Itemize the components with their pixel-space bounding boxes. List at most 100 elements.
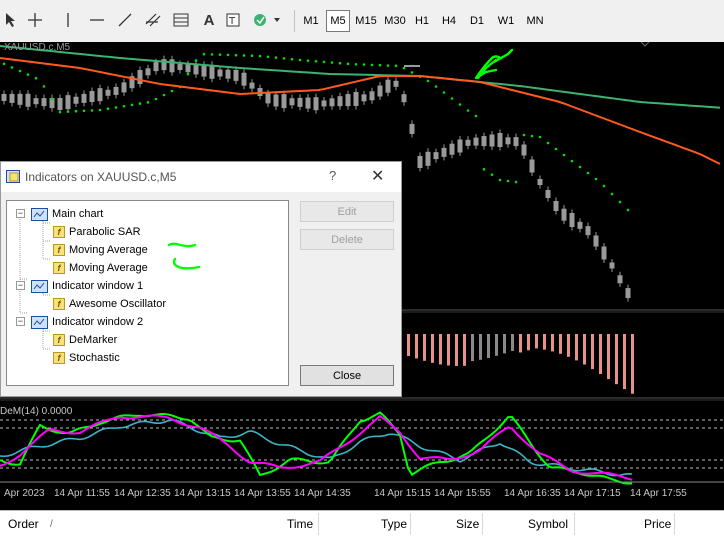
candle-body xyxy=(513,137,519,147)
tree-node-awesome-oscillator[interactable]: f Awesome Oscillator xyxy=(53,296,166,312)
timeframe-m1[interactable]: M1 xyxy=(299,10,323,32)
sort-indicator: / xyxy=(50,519,53,530)
edit-button[interactable]: Edit xyxy=(300,201,394,222)
text-icon[interactable]: A xyxy=(198,8,220,32)
tree-node-main-chart[interactable]: Main chart xyxy=(31,206,103,222)
time-label: 14 Apr 14:35 xyxy=(294,488,351,499)
tree-node-parabolic-sar[interactable]: f Parabolic SAR xyxy=(53,224,141,240)
collapse-indicator-window-2[interactable]: − xyxy=(16,317,25,326)
sar-dot xyxy=(602,184,606,188)
ao-bar xyxy=(607,334,610,380)
shapes-dropdown-icon[interactable] xyxy=(250,8,284,32)
tree-node-moving-average-2[interactable]: f Moving Average xyxy=(53,260,148,276)
column-separator[interactable] xyxy=(410,513,411,535)
label-icon[interactable]: T xyxy=(222,8,244,32)
candle-body xyxy=(569,213,575,227)
candle-body xyxy=(345,94,351,107)
channel-icon[interactable] xyxy=(142,8,164,32)
sar-dot xyxy=(386,64,390,67)
sar-dot xyxy=(458,103,462,106)
timeframe-h4[interactable]: H4 xyxy=(438,10,460,32)
ao-bar xyxy=(575,334,578,361)
candle-body xyxy=(193,64,199,75)
sar-dot xyxy=(410,71,414,74)
chart-shift-icon[interactable] xyxy=(640,42,650,47)
horizontal-line-icon[interactable] xyxy=(86,8,108,32)
help-button[interactable]: ? xyxy=(329,168,336,183)
timeframe-m15[interactable]: M15 xyxy=(352,10,380,32)
demarker-line xyxy=(0,411,633,485)
candle-body xyxy=(25,93,31,107)
tree-node-stochastic[interactable]: f Stochastic xyxy=(53,350,120,366)
candle-body xyxy=(153,62,159,72)
time-label: 14 Apr 13:15 xyxy=(174,488,231,499)
ao-bar xyxy=(471,334,474,362)
collapse-indicator-window-1[interactable]: − xyxy=(16,281,25,290)
tree-node-indicator-window-1[interactable]: Indicator window 1 xyxy=(31,278,143,294)
column-separator[interactable] xyxy=(318,513,319,535)
column-symbol[interactable]: Symbol xyxy=(528,517,568,531)
timeframe-h1[interactable]: H1 xyxy=(411,10,433,32)
column-order[interactable]: Order xyxy=(8,517,39,531)
collapse-main-chart[interactable]: − xyxy=(16,209,25,218)
timeframe-d1[interactable]: D1 xyxy=(466,10,488,32)
tree-node-moving-average-1[interactable]: f Moving Average xyxy=(53,242,148,258)
sar-dot xyxy=(586,171,590,175)
column-separator[interactable] xyxy=(482,513,483,535)
candle-body xyxy=(369,91,375,101)
indicator-function-icon: f xyxy=(53,298,65,310)
candle-body xyxy=(385,79,391,93)
annotation-scribbles xyxy=(167,242,201,270)
sar-dot xyxy=(570,159,574,163)
column-price[interactable]: Price xyxy=(644,517,671,531)
sar-dot xyxy=(34,76,38,80)
timeframe-mn[interactable]: MN xyxy=(522,10,548,32)
candle-body xyxy=(89,91,95,103)
tree-node-indicator-window-2[interactable]: Indicator window 2 xyxy=(31,314,143,330)
dialog-title-bar[interactable]: Indicators on XAUUSD.c,M5 ? ✕ xyxy=(1,162,401,192)
timeframe-m5[interactable]: M5 xyxy=(326,10,350,32)
close-button[interactable]: Close xyxy=(300,365,394,386)
candle-body xyxy=(241,72,247,86)
candle-body xyxy=(441,147,447,157)
column-type[interactable]: Type xyxy=(381,517,407,531)
candle-body xyxy=(377,85,383,97)
delete-button[interactable]: Delete xyxy=(300,229,394,250)
sar-dot xyxy=(554,147,558,151)
ao-bar xyxy=(623,334,626,390)
column-separator[interactable] xyxy=(674,513,675,535)
candle-body xyxy=(97,88,103,102)
crosshair-icon[interactable] xyxy=(24,8,46,32)
sar-dot xyxy=(282,57,286,60)
sar-dot xyxy=(610,192,614,196)
candle-body xyxy=(305,97,311,109)
vertical-line-icon[interactable] xyxy=(58,8,78,32)
ao-bar xyxy=(503,334,506,354)
fibonacci-icon[interactable] xyxy=(170,8,192,32)
candle-body xyxy=(225,69,231,79)
candle-body xyxy=(313,97,319,111)
sar-dot xyxy=(338,61,342,65)
timeframe-m30[interactable]: M30 xyxy=(381,10,409,32)
column-time[interactable]: Time xyxy=(287,517,313,531)
sar-dot xyxy=(162,93,166,97)
stochastic-signal-line xyxy=(0,419,633,477)
ao-bar xyxy=(415,334,418,359)
sar-dot xyxy=(290,57,294,61)
cursor-icon[interactable] xyxy=(2,8,20,32)
ao-bar xyxy=(431,334,434,363)
sar-dot xyxy=(106,107,110,111)
sar-dot xyxy=(442,91,446,94)
sar-dot xyxy=(626,208,630,212)
indicators-tree[interactable]: − Main chart f Parabolic SAR f Moving Av… xyxy=(6,200,289,386)
dialog-close-icon[interactable]: ✕ xyxy=(371,166,384,186)
sar-dot xyxy=(194,59,198,62)
trendline-icon[interactable] xyxy=(114,8,136,32)
candle-body xyxy=(585,226,591,236)
time-label: 14 Apr 15:15 xyxy=(374,488,431,499)
sar-dot xyxy=(322,60,326,64)
column-size[interactable]: Size xyxy=(456,517,479,531)
tree-node-demarker[interactable]: f DeMarker xyxy=(53,332,117,348)
timeframe-w1[interactable]: W1 xyxy=(494,10,518,32)
column-separator[interactable] xyxy=(574,513,575,535)
